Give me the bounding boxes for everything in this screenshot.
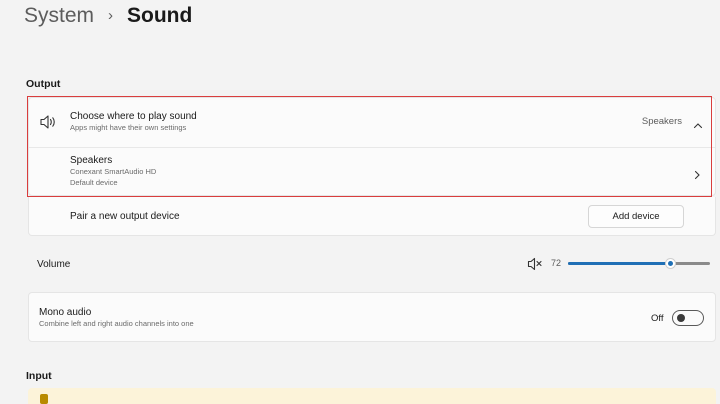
mono-audio-state: Off: [651, 313, 664, 324]
toggle-knob: [677, 314, 685, 322]
chevron-up-icon[interactable]: [693, 117, 703, 129]
selected-output-value: Speakers: [641, 116, 682, 127]
breadcrumb: System › Sound: [24, 2, 192, 30]
pair-device-label: Pair a new output device: [70, 211, 180, 222]
mono-audio-toggle[interactable]: [672, 310, 704, 326]
mono-audio-subtitle: Combine left and right audio channels in…: [39, 319, 194, 328]
volume-value: 72: [551, 258, 562, 268]
volume-label: Volume: [37, 259, 71, 270]
device-name: Speakers: [70, 155, 113, 166]
speaker-muted-icon[interactable]: [527, 257, 543, 271]
device-status: Default device: [70, 178, 118, 187]
page-title: Sound: [127, 4, 193, 27]
device-driver: Conexant SmartAudio HD: [70, 167, 157, 176]
add-device-button[interactable]: Add device: [588, 205, 684, 228]
pair-device-card: Pair a new output device Add device: [28, 197, 716, 236]
volume-slider[interactable]: [568, 258, 710, 269]
choose-output-subtitle: Apps might have their own settings: [70, 123, 187, 132]
volume-slider-fill: [568, 262, 670, 265]
breadcrumb-system[interactable]: System: [24, 2, 94, 30]
choose-output-row[interactable]: Choose where to play sound Apps might ha…: [29, 98, 715, 148]
volume-slider-thumb[interactable]: [665, 258, 676, 269]
chevron-right-icon[interactable]: [693, 167, 701, 180]
input-warning-banner: [28, 388, 716, 404]
chevron-right-icon: ›: [108, 7, 114, 24]
warning-icon: [40, 394, 48, 404]
mono-audio-card: Mono audio Combine left and right audio …: [28, 292, 716, 342]
input-section-title: Input: [26, 370, 52, 382]
mono-audio-title: Mono audio: [39, 307, 92, 318]
speakers-device-row[interactable]: Speakers Conexant SmartAudio HD Default …: [29, 147, 715, 197]
choose-output-title: Choose where to play sound: [70, 111, 197, 122]
speaker-icon: [39, 114, 57, 130]
output-card: Choose where to play sound Apps might ha…: [28, 97, 716, 196]
output-section-title: Output: [26, 78, 61, 90]
